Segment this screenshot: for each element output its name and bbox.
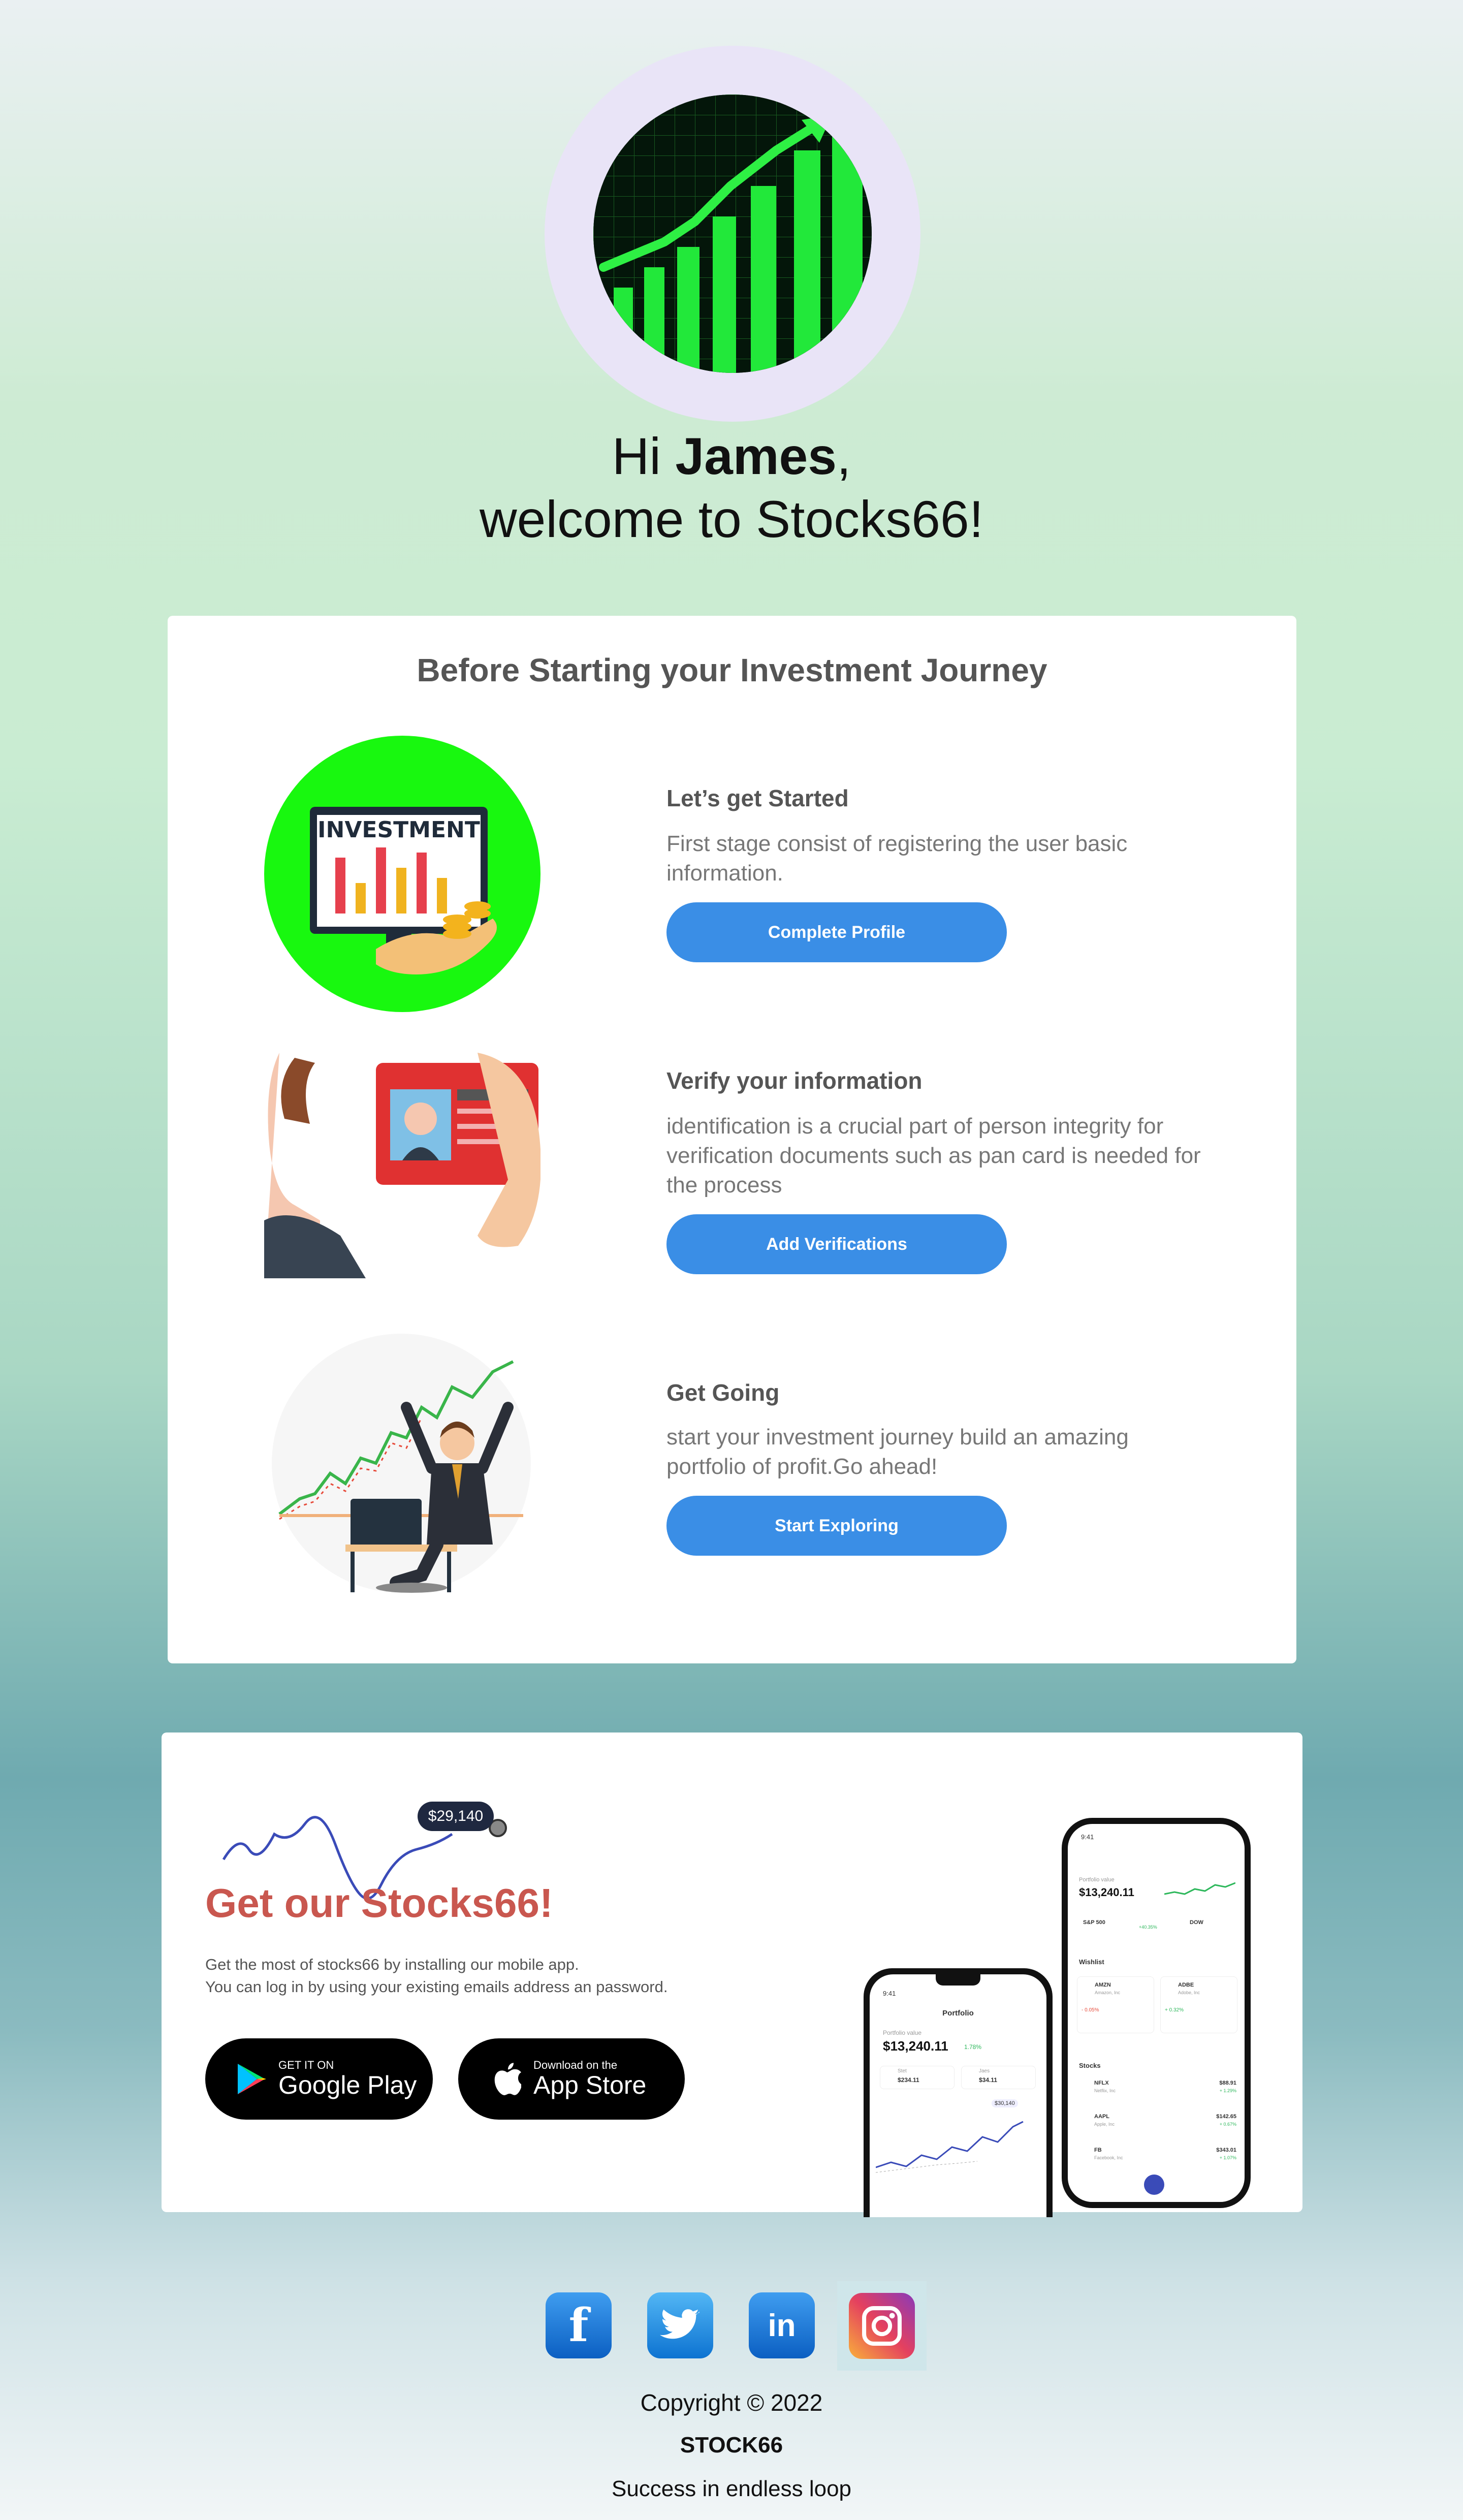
w1-change: - 0.05% bbox=[1082, 2007, 1099, 2013]
footer-brand: STOCK66 bbox=[680, 2433, 783, 2458]
stock-row: FB Facebook, Inc $343.01 + 1.07% bbox=[1079, 2145, 1236, 2176]
complete-profile-button[interactable]: Complete Profile bbox=[666, 902, 1007, 962]
phone-left-screen: 9:41 Portfolio Portfolio value $13,240.1… bbox=[870, 1974, 1046, 2217]
promo-desc-line-1: Get the most of stocks66 by installing o… bbox=[205, 1956, 579, 1973]
phone-left-chart-icon bbox=[876, 2121, 1024, 2173]
stock-ticker: FB bbox=[1094, 2147, 1102, 2153]
phone-right-wishlist: Wishlist bbox=[1079, 1958, 1104, 1966]
phone-right-time: 9:41 bbox=[1081, 1833, 1094, 1841]
phone-left-label: Portfolio value bbox=[883, 2029, 922, 2036]
promo-desc-line-2: You can log in by using your existing em… bbox=[205, 1978, 668, 1996]
chip-2-name: Jaes bbox=[979, 2068, 990, 2074]
phone-left-chip-2: Jaes $34.11 bbox=[961, 2066, 1036, 2089]
google-play-icon bbox=[238, 2064, 266, 2094]
chip-1-name: Stet bbox=[898, 2068, 907, 2074]
instagram-icon[interactable] bbox=[849, 2293, 915, 2359]
w2-ticker: ADBE bbox=[1178, 1982, 1194, 1988]
price-tag: $29,140 bbox=[418, 1802, 494, 1831]
phone-right-label: Portfolio value bbox=[1079, 1877, 1115, 1883]
phone-left-value: $13,240.11 bbox=[883, 2038, 948, 2054]
app-store-button[interactable]: Download on the App Store bbox=[458, 2038, 685, 2120]
app-store-small: Download on the bbox=[533, 2059, 618, 2071]
step-2-desc: identification is a crucial part of pers… bbox=[666, 1114, 1201, 1198]
stock-name: Apple, Inc bbox=[1094, 2122, 1115, 2127]
trader-illustration-icon bbox=[269, 1331, 533, 1595]
step-1-desc: First stage consist of registering the u… bbox=[666, 831, 1128, 886]
stock-name: Facebook, Inc bbox=[1094, 2155, 1123, 2160]
twitter-bird-icon bbox=[660, 2309, 699, 2339]
phone-right-idx1: S&P 500 bbox=[1083, 1919, 1105, 1926]
chip-1-value: $234.11 bbox=[898, 2076, 919, 2084]
notch bbox=[936, 1974, 980, 1986]
copyright: Copyright © 2022 bbox=[640, 2389, 823, 2416]
chip-2-value: $34.11 bbox=[979, 2076, 998, 2084]
w1-ticker: AMZN bbox=[1095, 1982, 1111, 1988]
app-store-big: App Store bbox=[533, 2071, 647, 2099]
w1-sub: Amazon, Inc bbox=[1095, 1990, 1121, 1995]
start-exploring-button[interactable]: Start Exploring bbox=[666, 1496, 1007, 1556]
stock-name: Netflix, Inc bbox=[1094, 2088, 1116, 2093]
welcome-line: welcome to Stocks66! bbox=[479, 490, 984, 548]
instagram-glyph-icon bbox=[862, 2306, 902, 2346]
stock-row: AAPL Apple, Inc $142.65 + 0.67% bbox=[1079, 2112, 1236, 2142]
promo-title: Get our Stocks66! bbox=[205, 1880, 553, 1926]
phone-right-idx2: DOW bbox=[1190, 1919, 1203, 1926]
promo-desc: Get the most of stocks66 by installing o… bbox=[205, 1954, 667, 1998]
phone-right-spark-icon bbox=[1164, 1882, 1235, 1895]
stock-price: $343.01 bbox=[1216, 2147, 1236, 2153]
id-card-illustration-icon bbox=[264, 1053, 541, 1278]
phone-left-change: 1.78% bbox=[964, 2043, 982, 2051]
phone-left-chip-1: Stet $234.11 bbox=[880, 2066, 955, 2089]
phone-right-idx1-change: +40.35% bbox=[1139, 1925, 1157, 1930]
google-play-big: Google Play bbox=[278, 2071, 417, 2099]
facebook-icon[interactable]: f bbox=[546, 2292, 612, 2358]
investment-label: INVESTMENT bbox=[317, 817, 480, 843]
wishlist-card-1: AMZN Amazon, Inc - 0.05% bbox=[1077, 1976, 1154, 2033]
w2-change: + 0.32% bbox=[1165, 2007, 1184, 2013]
step-1-title: Let’s get Started bbox=[666, 785, 849, 811]
linkedin-icon[interactable]: in bbox=[749, 2292, 815, 2358]
stock-row: NFLX Netflix, Inc $88.91 + 1.29% bbox=[1079, 2078, 1236, 2108]
google-play-small: GET IT ON bbox=[278, 2059, 334, 2071]
greeting-comma: , bbox=[836, 427, 851, 485]
stock-price: $142.65 bbox=[1216, 2114, 1236, 2120]
step-3-title: Get Going bbox=[666, 1379, 780, 1406]
journey-title: Before Starting your Investment Journey bbox=[417, 652, 1047, 688]
add-verifications-button[interactable]: Add Verifications bbox=[666, 1214, 1007, 1274]
phone-mockup-right: 9:41 Portfolio value $13,240.11 S&P 500 … bbox=[1062, 1818, 1251, 2208]
apple-icon bbox=[494, 2063, 521, 2095]
investment-illustration-icon: INVESTMENT bbox=[264, 736, 540, 1012]
stock-growth-icon bbox=[593, 94, 872, 373]
stock-ticker: AAPL bbox=[1094, 2114, 1109, 2120]
phone-nav-center-icon bbox=[1144, 2175, 1164, 2195]
stock-ticker: NFLX bbox=[1094, 2080, 1109, 2086]
phone-mockup-left: 9:41 Portfolio Portfolio value $13,240.1… bbox=[864, 1968, 1053, 2217]
greeting-line: Hi James, bbox=[0, 426, 1463, 487]
greeting-hi: Hi bbox=[612, 427, 661, 485]
google-play-button[interactable]: GET IT ON Google Play bbox=[205, 2038, 433, 2120]
stock-change: + 0.67% bbox=[1219, 2122, 1236, 2127]
step-2-title: Verify your information bbox=[666, 1067, 923, 1094]
footer-tagline: Success in endless loop bbox=[611, 2476, 852, 2501]
stock-price: $88.91 bbox=[1219, 2080, 1236, 2086]
phone-right-stocks: Stocks bbox=[1079, 2062, 1101, 2069]
phone-right-value: $13,240.11 bbox=[1079, 1886, 1134, 1899]
stock-change: + 1.29% bbox=[1219, 2088, 1236, 2093]
phone-right-screen: 9:41 Portfolio value $13,240.11 S&P 500 … bbox=[1068, 1824, 1245, 2202]
step-3-desc: start your investment journey build an a… bbox=[666, 1425, 1129, 1479]
wishlist-card-2: ADBE Adobe, Inc + 0.32% bbox=[1160, 1976, 1237, 2033]
w2-sub: Adobe, Inc bbox=[1178, 1990, 1200, 1995]
user-name: James bbox=[675, 427, 837, 485]
phone-left-time: 9:41 bbox=[883, 1990, 896, 1997]
instagram-icon-bg bbox=[837, 2281, 927, 2371]
twitter-icon[interactable] bbox=[647, 2292, 713, 2358]
stock-change: + 1.07% bbox=[1219, 2155, 1236, 2160]
phone-left-header: Portfolio bbox=[942, 2009, 974, 2018]
